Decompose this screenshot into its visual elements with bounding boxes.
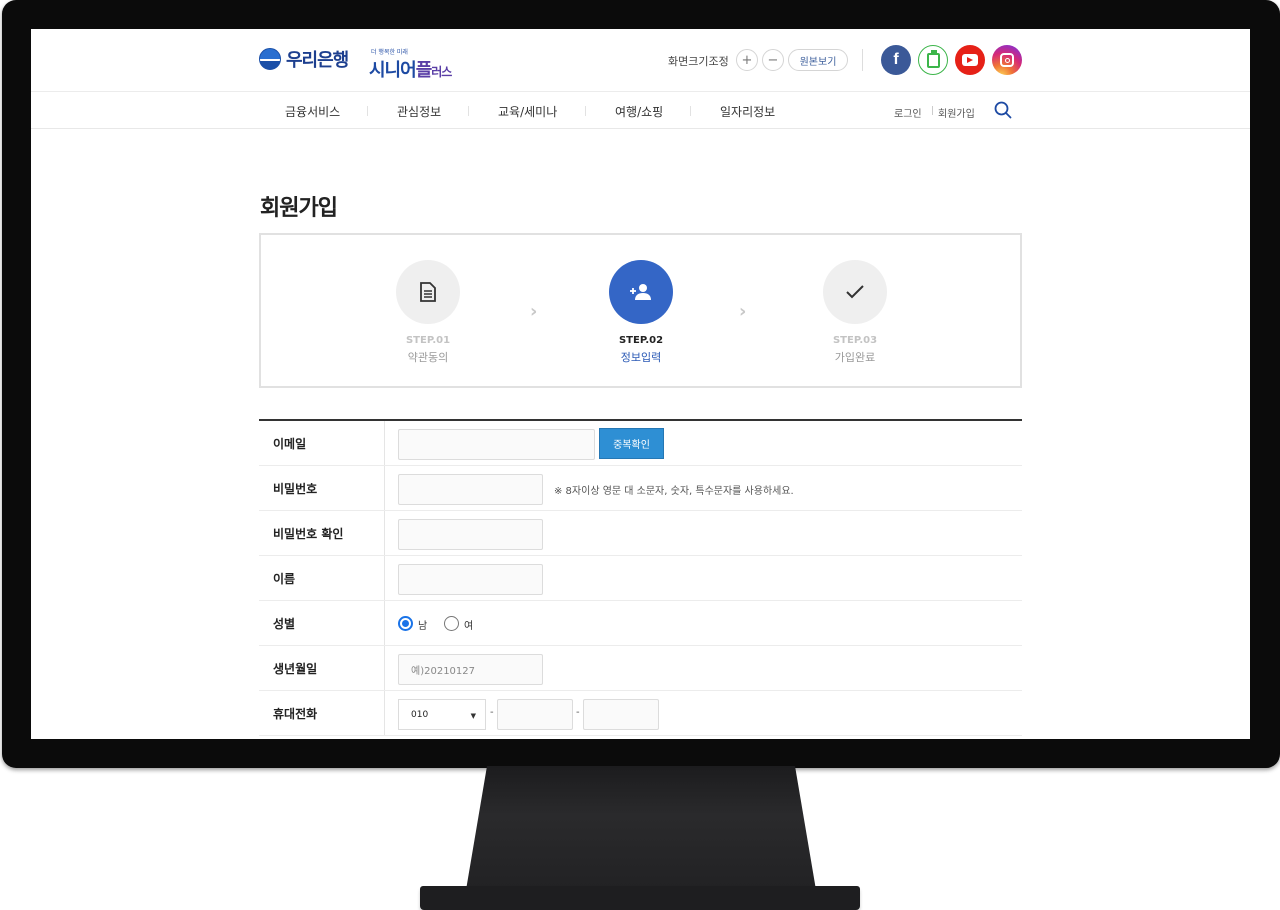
name-field-cell [385, 556, 1022, 600]
util-divider [932, 106, 933, 115]
step-number: STEP.02 [618, 335, 664, 346]
step-terms: STEP.01 약관동의 [378, 260, 478, 365]
phone-prefix-value: 010 [411, 709, 429, 720]
play-icon [967, 57, 973, 63]
password-confirm-cell [385, 511, 1022, 555]
blog-glyph [926, 49, 940, 68]
name-input[interactable] [398, 564, 543, 595]
senior-logo-text: 시니어플러스 [369, 60, 452, 81]
step-label: 약관동의 [407, 351, 449, 364]
signup-link[interactable]: 회원가입 [938, 105, 975, 120]
step-circle [823, 260, 887, 324]
form-row-gender: 성별 남 여 [259, 601, 1022, 646]
step-info: STEP.02 정보입력 [591, 260, 691, 365]
divider [862, 49, 863, 71]
senior-plus-logo[interactable]: 더 행복한 미래 시니어플러스 [369, 47, 452, 82]
document-icon [420, 282, 436, 302]
birth-input[interactable]: 예)20210127 [398, 654, 543, 685]
step-circle [396, 260, 460, 324]
bank-name: 우리은행 [286, 50, 349, 71]
nav-item-education[interactable]: 교육/세미나 [498, 103, 557, 120]
check-icon [846, 285, 864, 299]
gender-male-radio[interactable] [398, 616, 413, 631]
nav-item-finance[interactable]: 금융서비스 [285, 103, 340, 120]
password-hint: ※ 8자이상 영문 대 소문자, 숫자, 특수문자를 사용하세요. [554, 486, 794, 497]
senior-logo-tagline: 더 행복한 미래 [371, 49, 408, 56]
form-row-name: 이름 [259, 556, 1022, 601]
nav-divider [585, 106, 586, 116]
form-row-email: 이메일 중복확인 [259, 421, 1022, 466]
blog-icon[interactable] [918, 45, 948, 75]
bank-mark-icon [259, 48, 281, 70]
instagram-lens [1004, 57, 1010, 63]
email-input[interactable] [398, 429, 595, 460]
form-row-birth: 생년월일 예)20210127 [259, 646, 1022, 691]
gender-female-label: 여 [464, 621, 474, 632]
instagram-icon[interactable] [992, 45, 1022, 75]
gender-label: 성별 [259, 601, 385, 645]
password-input[interactable] [398, 474, 543, 505]
step-label: 정보입력 [620, 351, 662, 364]
nav-divider [367, 106, 368, 116]
instagram-glyph [1000, 53, 1014, 67]
password-label: 비밀번호 [259, 466, 385, 510]
birth-field-cell: 예)20210127 [385, 646, 1022, 690]
duplicate-check-button[interactable]: 중복확인 [599, 428, 664, 459]
birth-label: 생년월일 [259, 646, 385, 690]
chevron-right-icon: › [739, 301, 747, 322]
bank-logo[interactable]: 우리은행 [259, 46, 349, 72]
chevron-right-icon: › [530, 301, 538, 322]
youtube-glyph [962, 54, 978, 66]
nav-item-travel[interactable]: 여행/쇼핑 [615, 103, 663, 120]
nav-item-interest[interactable]: 관심정보 [397, 103, 441, 120]
email-field-cell: 중복확인 [385, 421, 1022, 465]
page-title: 회원가입 [260, 196, 338, 221]
form-row-phone: 휴대전화 010 ▼ - - [259, 691, 1022, 736]
phone-last-input[interactable] [583, 699, 659, 730]
phone-middle-input[interactable] [497, 699, 573, 730]
password-confirm-input[interactable] [398, 519, 543, 550]
facebook-icon[interactable]: f [881, 45, 911, 75]
youtube-icon[interactable] [955, 45, 985, 75]
search-icon[interactable] [994, 101, 1012, 119]
step-circle [609, 260, 673, 324]
signup-steps: STEP.01 약관동의 › STEP.02 정보입력 › STEP.03 가입… [259, 233, 1022, 388]
nav-divider [690, 106, 691, 116]
phone-prefix-select[interactable]: 010 ▼ [398, 699, 486, 730]
zoom-reset-button[interactable]: 원본보기 [788, 49, 848, 71]
monitor-stand [466, 766, 816, 890]
nav-divider [468, 106, 469, 116]
form-row-password: 비밀번호 ※ 8자이상 영문 대 소문자, 숫자, 특수문자를 사용하세요. [259, 466, 1022, 511]
login-link[interactable]: 로그인 [894, 105, 922, 120]
step-number: STEP.01 [405, 335, 451, 346]
step-number: STEP.03 [832, 335, 878, 346]
signup-form: 이메일 중복확인 비밀번호 ※ 8자이상 영문 대 소문자, 숫자, 특수문자를… [259, 419, 1022, 736]
phone-field-cell: 010 ▼ - - [385, 691, 1022, 735]
email-label: 이메일 [259, 421, 385, 465]
zoom-out-button[interactable]: − [762, 49, 784, 71]
dropdown-arrow-icon: ▼ [470, 712, 476, 720]
zoom-in-button[interactable]: + [736, 49, 758, 71]
step-complete: STEP.03 가입완료 [805, 260, 905, 365]
header-top: 우리은행 더 행복한 미래 시니어플러스 화면크기조정 + − 원본보기 f [31, 29, 1250, 92]
nav-item-jobs[interactable]: 일자리정보 [720, 103, 775, 120]
name-label: 이름 [259, 556, 385, 600]
gender-female-radio[interactable] [444, 616, 459, 631]
screen: 우리은행 더 행복한 미래 시니어플러스 화면크기조정 + − 원본보기 f 금… [31, 29, 1250, 739]
password-field-cell: ※ 8자이상 영문 대 소문자, 숫자, 특수문자를 사용하세요. [385, 466, 1022, 510]
gender-male-label: 남 [418, 621, 428, 632]
phone-separator: - [576, 707, 580, 718]
phone-separator: - [490, 707, 494, 718]
form-row-password-confirm: 비밀번호 확인 [259, 511, 1022, 556]
add-user-icon [630, 284, 651, 300]
monitor-base [420, 886, 860, 910]
main-nav: 금융서비스 관심정보 교육/세미나 여행/쇼핑 일자리정보 로그인 회원가입 [31, 92, 1250, 129]
zoom-label: 화면크기조정 [668, 55, 729, 68]
gender-field-cell: 남 여 [385, 601, 1022, 645]
phone-label: 휴대전화 [259, 691, 385, 735]
password-confirm-label: 비밀번호 확인 [259, 511, 385, 555]
step-label: 가입완료 [834, 351, 876, 364]
